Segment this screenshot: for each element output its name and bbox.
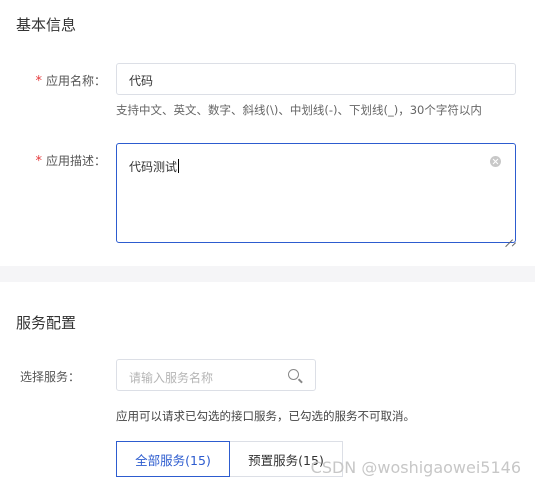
section-title-service-config: 服务配置 [16,314,77,332]
resize-handle-icon[interactable] [505,232,513,240]
app-name-input[interactable]: 代码 [116,63,516,95]
app-desc-textarea[interactable]: 代码测试 [116,143,516,243]
app-name-value: 代码 [129,74,154,88]
section-title-basic-info: 基本信息 [16,16,77,34]
required-mark: * [35,154,42,169]
app-desc-value-wrap: 代码测试 [129,158,180,175]
app-desc-label-text: 应用描述： [45,154,106,168]
tab-all-services[interactable]: 全部服务(15) [116,441,230,477]
app-name-hint: 支持中文、英文、数字、斜线(\)、中划线(-)、下划线(_)，30个字符以内 [116,103,482,117]
required-mark: * [35,74,42,89]
service-search-input[interactable]: 请输入服务名称 [116,359,316,391]
service-search-placeholder: 请输入服务名称 [129,371,214,385]
text-caret [178,159,180,173]
section-divider [0,266,535,282]
app-desc-label: * 应用描述： [6,152,106,169]
app-name-label-text: 应用名称： [45,74,106,88]
service-note: 应用可以请求已勾选的接口服务，已勾选的服务不可取消。 [116,409,415,423]
app-name-label: * 应用名称： [6,72,106,89]
search-icon[interactable] [288,369,299,380]
select-service-label: 选择服务： [19,370,80,384]
watermark: CSDN @woshigaowei5146 [310,458,521,477]
clear-icon[interactable] [490,156,501,167]
app-desc-value: 代码测试 [129,160,178,174]
